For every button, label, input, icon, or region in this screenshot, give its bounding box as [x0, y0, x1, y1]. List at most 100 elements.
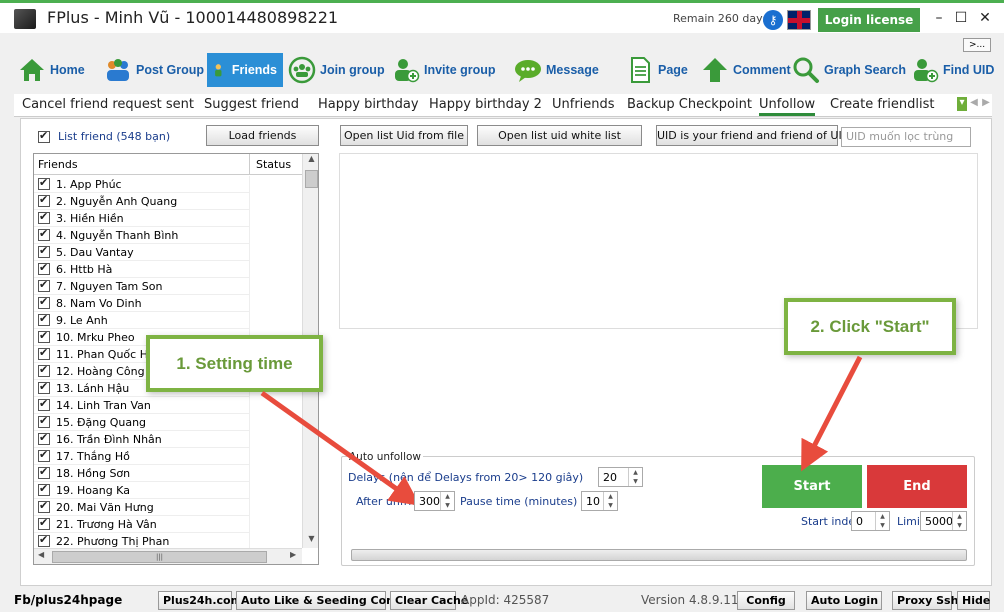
tab-next-icon[interactable]: ▶ [981, 97, 991, 111]
friend-checkbox[interactable] [38, 499, 50, 513]
tab-unfollow[interactable]: Unfollow [759, 97, 816, 116]
friend-checkbox[interactable] [38, 397, 50, 411]
friend-checkbox[interactable] [38, 380, 50, 394]
config-button[interactable]: Config [737, 591, 795, 610]
tab-happy-birthday[interactable]: Happy birthday [318, 97, 419, 112]
after-unfriend-value[interactable]: 300 [419, 495, 440, 508]
friend-row[interactable]: 2. Nguyễn Anh Quang [34, 193, 302, 210]
friends-horizontal-scrollbar[interactable]: ◀ ||| ▶ [34, 548, 302, 564]
clear-cache-button[interactable]: Clear Cache [390, 591, 468, 610]
friend-row[interactable]: 20. Mai Văn Hưng [34, 499, 302, 516]
end-button[interactable]: End [867, 465, 967, 508]
key-icon[interactable]: ⚷ [763, 10, 783, 30]
uid-filter-input[interactable]: UID muốn lọc trùng [841, 127, 971, 147]
friend-row[interactable]: 19. Hoang Ka [34, 482, 302, 499]
hide-button[interactable]: Hide [957, 591, 990, 610]
friend-checkbox[interactable] [38, 431, 50, 445]
friend-row[interactable]: 3. Hiền Hiền [34, 210, 302, 227]
friend-row[interactable]: 17. Thắng Hồ [34, 448, 302, 465]
friend-row[interactable]: 8. Nam Vo Dinh [34, 295, 302, 312]
stepper-arrows-icon[interactable]: ▲ ▼ [440, 492, 454, 510]
open-list-uid-button[interactable]: Open list Uid from file [340, 125, 468, 146]
nav-graph-search[interactable]: Graph Search [792, 53, 906, 87]
friend-checkbox[interactable] [38, 465, 50, 479]
pause-time-stepper[interactable]: 10 ▲ ▼ [581, 491, 618, 511]
stepper-arrows-icon[interactable]: ▲ ▼ [603, 492, 617, 510]
tab-suggest-friend[interactable]: Suggest friend [204, 97, 299, 112]
friend-checkbox[interactable] [38, 414, 50, 428]
friend-checkbox[interactable] [38, 346, 50, 360]
uk-flag-icon[interactable] [787, 10, 811, 30]
after-unfriend-stepper[interactable]: 300 ▲ ▼ [414, 491, 455, 511]
friend-row[interactable]: 15. Đặng Quang [34, 414, 302, 431]
stepper-arrows-icon[interactable]: ▲ ▼ [628, 468, 642, 486]
minimize-button[interactable]: – [929, 8, 949, 28]
friend-row[interactable]: 16. Trần Đình Nhân [34, 431, 302, 448]
list-friend-toggle[interactable]: List friend (548 bạn) [38, 129, 170, 143]
login-license-button[interactable]: Login license [818, 8, 920, 32]
list-friend-checkbox[interactable] [38, 129, 50, 143]
friend-row[interactable]: 1. App Phúc [34, 176, 302, 193]
nav-comment[interactable]: Comment [701, 53, 791, 87]
nav-find-uid[interactable]: Find UID [911, 53, 994, 87]
friend-checkbox[interactable] [38, 244, 50, 258]
friend-checkbox[interactable] [38, 210, 50, 224]
friend-row[interactable]: 4. Nguyễn Thanh Bình [34, 227, 302, 244]
maximize-button[interactable]: ☐ [951, 8, 971, 28]
friend-checkbox[interactable] [38, 261, 50, 275]
nav-invite-group[interactable]: Invite group [392, 53, 496, 87]
friend-checkbox[interactable] [38, 329, 50, 343]
stepper-arrows-icon[interactable]: ▲ ▼ [952, 512, 966, 530]
load-friends-button[interactable]: Load friends [206, 125, 319, 146]
friend-row[interactable]: 21. Trương Hà Vân [34, 516, 302, 533]
friend-checkbox[interactable] [38, 533, 50, 547]
tab-backup-checkpoint[interactable]: Backup Checkpoint [627, 97, 752, 112]
tab-happy-birthday-2[interactable]: Happy birthday 2 [429, 97, 542, 112]
proxy-ssh-button[interactable]: Proxy Ssh [892, 591, 958, 610]
friend-checkbox[interactable] [38, 363, 50, 377]
scroll-down-icon[interactable]: ▼ [303, 534, 318, 548]
column-status[interactable]: Status [249, 154, 302, 175]
friend-checkbox[interactable] [38, 482, 50, 496]
limit-stepper[interactable]: 5000 ▲ ▼ [920, 511, 967, 531]
scroll-left-icon[interactable]: ◀ [38, 550, 44, 559]
hscroll-thumb[interactable]: ||| [52, 551, 267, 563]
limit-value[interactable]: 5000 [925, 515, 953, 528]
uid-friend-of-uid-button[interactable]: UID is your friend and friend of UID: [656, 125, 854, 146]
more-button[interactable]: >... [963, 38, 991, 52]
friend-row[interactable]: 18. Hồng Sơn [34, 465, 302, 482]
tab-unfriends[interactable]: Unfriends [552, 97, 615, 112]
delays-stepper[interactable]: 20 ▲ ▼ [598, 467, 643, 487]
friend-checkbox[interactable] [38, 176, 50, 190]
friend-row[interactable]: 6. Httb Hà [34, 261, 302, 278]
friend-checkbox[interactable] [38, 312, 50, 326]
auto-like-button[interactable]: Auto Like & Seeding Com... [236, 591, 410, 610]
tab-dropdown-icon[interactable]: ▾ [957, 97, 967, 111]
nav-friends[interactable]: Friends [207, 53, 283, 87]
friend-row[interactable]: 5. Dau Vantay [34, 244, 302, 261]
nav-home[interactable]: Home [18, 53, 85, 87]
friend-row[interactable]: 7. Nguyen Tam Son [34, 278, 302, 295]
friend-checkbox[interactable] [38, 448, 50, 462]
friend-checkbox[interactable] [38, 295, 50, 309]
scroll-up-icon[interactable]: ▲ [303, 154, 318, 168]
pause-time-value[interactable]: 10 [586, 495, 600, 508]
friend-checkbox[interactable] [38, 516, 50, 530]
tab-cancel-friend-request[interactable]: Cancel friend request sent [22, 97, 194, 112]
column-friends[interactable]: Friends [38, 158, 78, 171]
nav-join-group[interactable]: Join group [288, 53, 385, 87]
friend-row[interactable]: 9. Le Anh [34, 312, 302, 329]
friend-checkbox[interactable] [38, 278, 50, 292]
friend-checkbox[interactable] [38, 227, 50, 241]
tab-prev-icon[interactable]: ◀ [969, 97, 979, 111]
friend-row[interactable]: 14. Linh Tran Van [34, 397, 302, 414]
stepper-arrows-icon[interactable]: ▲ ▼ [875, 512, 889, 530]
start-index-value[interactable]: 0 [856, 515, 863, 528]
open-white-list-button[interactable]: Open list uid white list [477, 125, 642, 146]
tab-create-friendlist[interactable]: Create friendlist [830, 97, 934, 112]
auto-login-button[interactable]: Auto Login [806, 591, 882, 610]
fb-page-link[interactable]: Fb/plus24hpage [14, 593, 122, 607]
start-button[interactable]: Start [762, 465, 862, 508]
start-index-stepper[interactable]: 0 ▲ ▼ [851, 511, 890, 531]
nav-post-group[interactable]: Post Group [104, 53, 204, 87]
